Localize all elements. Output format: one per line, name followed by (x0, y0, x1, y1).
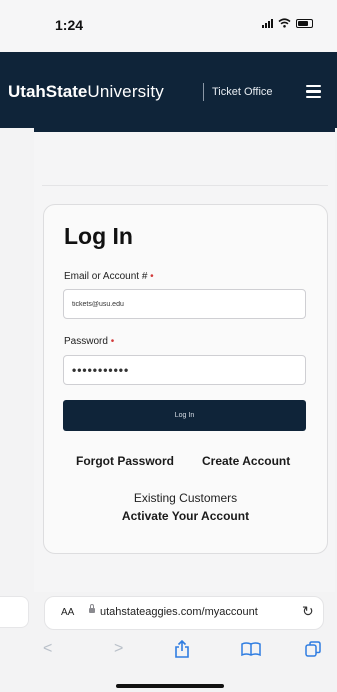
cellular-signal-icon (262, 18, 273, 28)
forward-icon[interactable]: > (114, 640, 123, 658)
tabs-icon[interactable] (305, 641, 321, 657)
bookmarks-icon[interactable] (241, 642, 261, 656)
password-label: Password • (64, 336, 114, 347)
email-required-mark: • (150, 271, 154, 282)
password-field[interactable] (63, 355, 306, 385)
email-field[interactable] (63, 289, 306, 319)
forgot-password-link[interactable]: Forgot Password (76, 454, 174, 468)
brand-name-regular: University (87, 82, 164, 101)
status-bar: 1:24 (0, 0, 337, 52)
login-card: Log In Email or Account # • Password • L… (43, 204, 328, 554)
section-title: Ticket Office (212, 86, 273, 98)
login-button[interactable]: Log In (63, 400, 306, 431)
header-divider (203, 83, 204, 101)
hamburger-menu-icon[interactable] (306, 85, 321, 99)
create-account-link[interactable]: Create Account (202, 454, 290, 468)
share-icon[interactable] (174, 640, 190, 658)
password-label-text: Password (64, 336, 108, 347)
address-bar[interactable]: AA utahstateaggies.com/myaccount ↻ (44, 596, 324, 630)
brand-name-bold: UtahState (8, 82, 88, 101)
back-icon[interactable]: < (43, 640, 52, 658)
activate-account-link[interactable]: Activate Your Account (44, 509, 327, 523)
content-divider (42, 185, 328, 186)
password-required-mark: • (110, 336, 115, 347)
status-icons (262, 18, 313, 28)
brand-logo[interactable]: UtahStateUniversity (8, 82, 164, 102)
site-header: UtahStateUniversity Ticket Office (0, 52, 337, 128)
wifi-icon (278, 18, 291, 28)
battery-icon (296, 18, 313, 28)
home-indicator (116, 684, 224, 688)
previous-tab-edge[interactable] (0, 596, 29, 628)
login-title: Log In (64, 223, 133, 249)
reload-icon[interactable]: ↻ (302, 603, 314, 620)
url-text: utahstateaggies.com/myaccount (100, 606, 258, 618)
text-size-button[interactable]: AA (61, 607, 74, 618)
email-label-text: Email or Account # (64, 271, 148, 282)
lock-icon (89, 604, 95, 613)
email-label: Email or Account # • (64, 271, 154, 282)
status-time: 1:24 (55, 17, 84, 33)
existing-customers-text: Existing Customers (133, 491, 238, 505)
